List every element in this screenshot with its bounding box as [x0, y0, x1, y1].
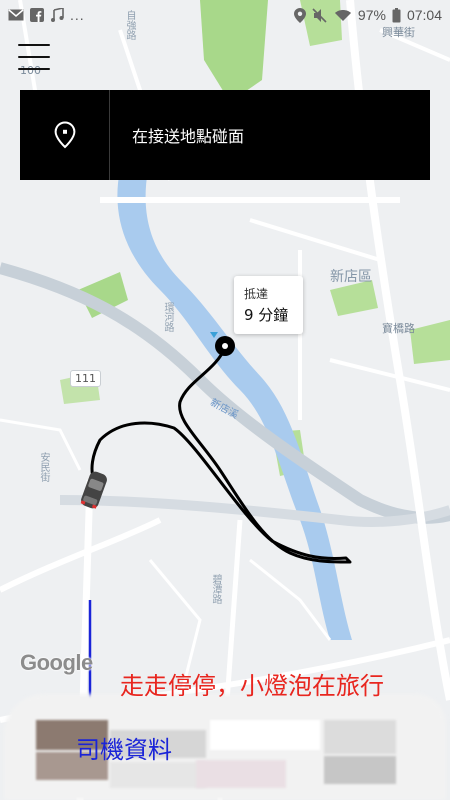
- pickup-instruction: 在接送地點碰面: [132, 127, 245, 146]
- eta-bubble[interactable]: 抵達 9 分鐘: [234, 276, 303, 334]
- status-bar-left: ...: [8, 7, 85, 23]
- road-label: 寶橋路: [382, 322, 415, 335]
- driver-info-label: 司機資料: [76, 736, 172, 764]
- wifi-icon: [334, 8, 352, 22]
- blurred-block: [210, 720, 320, 750]
- blurred-block: [110, 762, 206, 788]
- battery-icon: [392, 7, 401, 23]
- status-bar-right: 97% 07:04: [293, 7, 442, 23]
- battery-percent: 97%: [357, 7, 386, 23]
- driver-info-card[interactable]: [0, 690, 450, 800]
- eta-time: 9 分鐘: [244, 306, 289, 324]
- annotation-caption: 走走停停，小燈泡在旅行: [120, 672, 384, 700]
- pickup-marker-center: [222, 343, 228, 349]
- clock: 07:04: [406, 7, 442, 23]
- notification-overflow: ...: [70, 7, 85, 23]
- mail-icon: [8, 9, 24, 21]
- menu-bar: [18, 68, 50, 70]
- location-icon: [293, 7, 306, 23]
- route-number-label: 111: [70, 370, 101, 387]
- location-pin-icon: [20, 90, 110, 180]
- road-label: 碧潭路: [210, 574, 221, 604]
- facebook-icon: [30, 8, 44, 22]
- google-logo[interactable]: Google: [20, 650, 93, 676]
- music-icon: [50, 8, 64, 22]
- blurred-block: [324, 756, 396, 784]
- eta-label: 抵達: [244, 287, 269, 301]
- road-label: 安民街: [38, 452, 49, 482]
- blurred-block: [324, 720, 396, 754]
- menu-bar: [18, 44, 50, 46]
- road-label: 環河路: [162, 302, 173, 332]
- map-district-label: 新店區: [330, 269, 372, 285]
- mute-icon: [312, 7, 328, 23]
- status-bar: ... 97% 07:04: [0, 0, 450, 30]
- blurred-block: [196, 760, 286, 788]
- menu-bar: [18, 56, 50, 58]
- hamburger-menu-icon[interactable]: [18, 44, 50, 70]
- pickup-banner[interactable]: 在接送地點碰面: [20, 90, 430, 180]
